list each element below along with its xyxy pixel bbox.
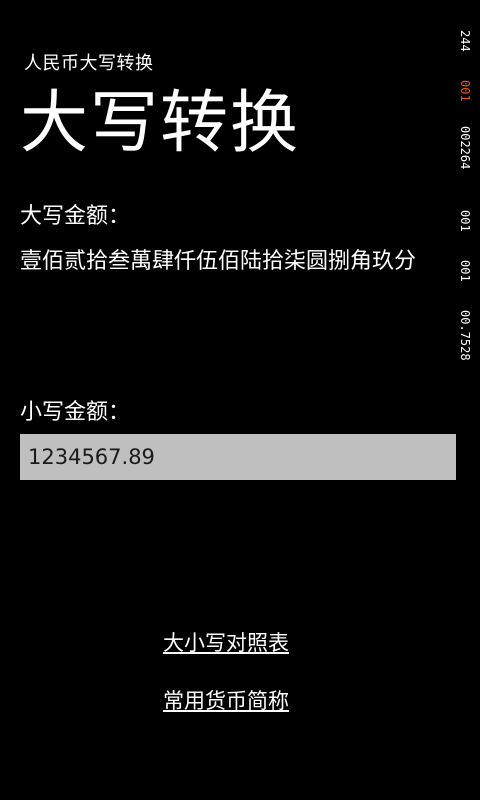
page-title: 大写转换 (20, 84, 301, 163)
status-bar: 244 001 002264 001 001 00.7528 (454, 30, 480, 400)
currency-abbreviation-link[interactable]: 常用货币简称 (0, 686, 452, 716)
status-item-highlighted: 001 (458, 80, 472, 102)
status-item: 00.7528 (458, 310, 472, 361)
amount-input[interactable] (20, 434, 456, 480)
uppercase-amount-value: 壹佰贰拾叁萬肆仟伍佰陆拾柒圆捌角玖分 (20, 249, 417, 274)
uppercase-amount-label: 大写金额： (20, 204, 131, 229)
status-item: 001 (458, 210, 472, 232)
status-item: 244 (458, 30, 472, 52)
status-item: 002264 (458, 126, 472, 170)
compare-table-link[interactable]: 大小写对照表 (0, 628, 452, 658)
status-item: 001 (458, 260, 472, 282)
app-subtitle: 人民币大写转换 (24, 53, 154, 74)
lowercase-amount-label: 小写金额： (20, 400, 131, 425)
